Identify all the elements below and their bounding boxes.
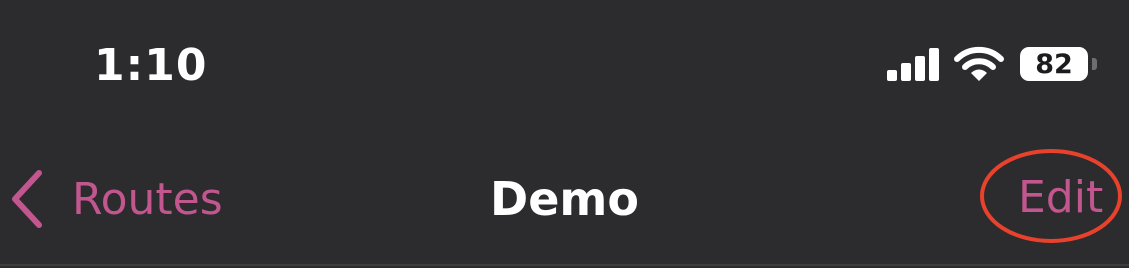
screen: 1:10 82 Routes Demo Edit [0, 0, 1129, 268]
cellular-signal-icon [887, 48, 939, 81]
nav-divider [0, 264, 1129, 266]
edit-button[interactable]: Edit [978, 146, 1124, 246]
edit-button-label: Edit [1018, 172, 1104, 223]
battery-tip [1092, 58, 1097, 70]
battery-icon: 82 [1020, 47, 1100, 83]
page-title: Demo [490, 172, 639, 226]
status-time: 1:10 [94, 40, 208, 91]
wifi-icon [954, 46, 1004, 81]
battery-level: 82 [1035, 48, 1073, 80]
